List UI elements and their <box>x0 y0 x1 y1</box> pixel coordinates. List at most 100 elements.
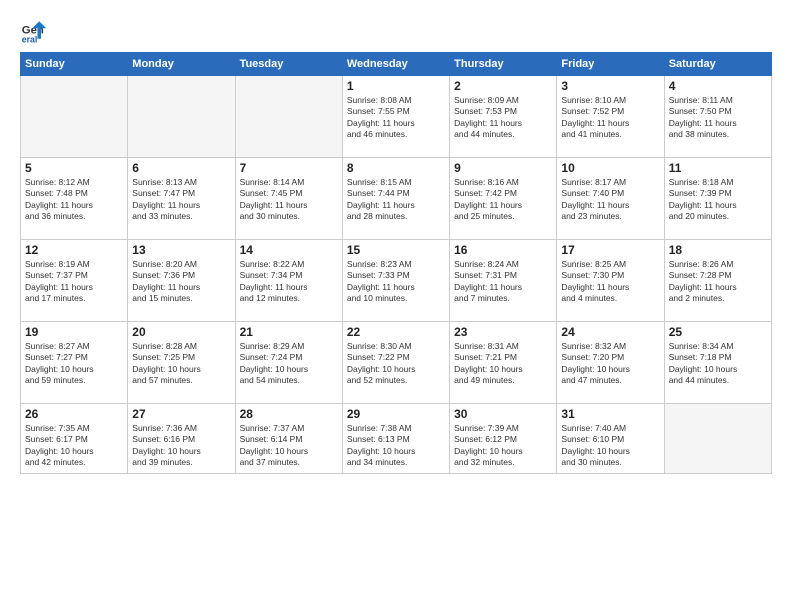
calendar-cell-4-1: 19 Sunrise: 8:27 AM Sunset: 7:27 PM Dayli… <box>21 322 128 404</box>
day-info: Sunrise: 8:16 AM Sunset: 7:42 PM Dayligh… <box>454 177 552 223</box>
day-info: Sunrise: 8:12 AM Sunset: 7:48 PM Dayligh… <box>25 177 123 223</box>
day-number: 10 <box>561 161 659 175</box>
day-info: Sunrise: 8:11 AM Sunset: 7:50 PM Dayligh… <box>669 95 767 141</box>
calendar-cell-3-1: 12 Sunrise: 8:19 AM Sunset: 7:37 PM Dayli… <box>21 240 128 322</box>
calendar-cell-1-6: 3Sunrise: 8:10 AM Sunset: 7:52 PM Daylig… <box>557 76 664 158</box>
day-info: Sunrise: 8:26 AM Sunset: 7:28 PM Dayligh… <box>669 259 767 305</box>
calendar-week-row-5: 26 Sunrise: 7:35 AM Sunset: 6:17 PM Dayli… <box>21 404 772 474</box>
day-number: 9 <box>454 161 552 175</box>
page-header: Gen eral <box>20 16 772 44</box>
weekday-header-tuesday: Tuesday <box>235 53 342 76</box>
calendar-cell-2-7: 11Sunrise: 8:18 AM Sunset: 7:39 PM Dayli… <box>664 158 771 240</box>
calendar-cell-1-2 <box>128 76 235 158</box>
day-info: Sunrise: 8:17 AM Sunset: 7:40 PM Dayligh… <box>561 177 659 223</box>
day-number: 27 <box>132 407 230 421</box>
day-info: Sunrise: 8:19 AM Sunset: 7:37 PM Dayligh… <box>25 259 123 305</box>
day-number: 12 <box>25 243 123 257</box>
day-info: Sunrise: 8:25 AM Sunset: 7:30 PM Dayligh… <box>561 259 659 305</box>
day-number: 29 <box>347 407 445 421</box>
day-number: 6 <box>132 161 230 175</box>
day-info: Sunrise: 8:15 AM Sunset: 7:44 PM Dayligh… <box>347 177 445 223</box>
day-number: 16 <box>454 243 552 257</box>
day-number: 21 <box>240 325 338 339</box>
calendar-cell-1-7: 4 Sunrise: 8:11 AM Sunset: 7:50 PM Daylig… <box>664 76 771 158</box>
day-info: Sunrise: 8:22 AM Sunset: 7:34 PM Dayligh… <box>240 259 338 305</box>
day-number: 18 <box>669 243 767 257</box>
calendar-cell-5-2: 27 Sunrise: 7:36 AM Sunset: 6:16 PM Dayli… <box>128 404 235 474</box>
weekday-header-thursday: Thursday <box>450 53 557 76</box>
day-number: 3 <box>561 79 659 93</box>
calendar-cell-5-7 <box>664 404 771 474</box>
svg-text:eral: eral <box>22 34 38 44</box>
calendar-cell-4-7: 25 Sunrise: 8:34 AM Sunset: 7:18 PM Dayli… <box>664 322 771 404</box>
day-info: Sunrise: 8:13 AM Sunset: 7:47 PM Dayligh… <box>132 177 230 223</box>
calendar-cell-5-6: 31Sunrise: 7:40 AM Sunset: 6:10 PM Dayli… <box>557 404 664 474</box>
calendar-cell-3-2: 13Sunrise: 8:20 AM Sunset: 7:36 PM Dayli… <box>128 240 235 322</box>
day-info: Sunrise: 7:37 AM Sunset: 6:14 PM Dayligh… <box>240 423 338 469</box>
day-info: Sunrise: 7:36 AM Sunset: 6:16 PM Dayligh… <box>132 423 230 469</box>
day-info: Sunrise: 8:30 AM Sunset: 7:22 PM Dayligh… <box>347 341 445 387</box>
day-info: Sunrise: 8:09 AM Sunset: 7:53 PM Dayligh… <box>454 95 552 141</box>
calendar-cell-5-1: 26 Sunrise: 7:35 AM Sunset: 6:17 PM Dayli… <box>21 404 128 474</box>
day-info: Sunrise: 7:39 AM Sunset: 6:12 PM Dayligh… <box>454 423 552 469</box>
calendar-cell-4-3: 21 Sunrise: 8:29 AM Sunset: 7:24 PM Dayli… <box>235 322 342 404</box>
weekday-header-row: SundayMondayTuesdayWednesdayThursdayFrid… <box>21 53 772 76</box>
day-number: 19 <box>25 325 123 339</box>
calendar-cell-3-5: 16 Sunrise: 8:24 AM Sunset: 7:31 PM Dayli… <box>450 240 557 322</box>
day-number: 8 <box>347 161 445 175</box>
calendar-cell-4-5: 23Sunrise: 8:31 AM Sunset: 7:21 PM Dayli… <box>450 322 557 404</box>
day-number: 26 <box>25 407 123 421</box>
calendar-cell-4-6: 24Sunrise: 8:32 AM Sunset: 7:20 PM Dayli… <box>557 322 664 404</box>
calendar-cell-5-4: 29 Sunrise: 7:38 AM Sunset: 6:13 PM Dayli… <box>342 404 449 474</box>
day-info: Sunrise: 8:34 AM Sunset: 7:18 PM Dayligh… <box>669 341 767 387</box>
day-number: 11 <box>669 161 767 175</box>
day-number: 4 <box>669 79 767 93</box>
calendar-week-row-1: 1 Sunrise: 8:08 AM Sunset: 7:55 PM Daylig… <box>21 76 772 158</box>
weekday-header-sunday: Sunday <box>21 53 128 76</box>
calendar-cell-1-3 <box>235 76 342 158</box>
day-number: 28 <box>240 407 338 421</box>
calendar-cell-3-4: 15 Sunrise: 8:23 AM Sunset: 7:33 PM Dayli… <box>342 240 449 322</box>
day-info: Sunrise: 8:27 AM Sunset: 7:27 PM Dayligh… <box>25 341 123 387</box>
day-info: Sunrise: 8:32 AM Sunset: 7:20 PM Dayligh… <box>561 341 659 387</box>
calendar-cell-2-4: 8 Sunrise: 8:15 AM Sunset: 7:44 PM Daylig… <box>342 158 449 240</box>
calendar-cell-5-3: 28 Sunrise: 7:37 AM Sunset: 6:14 PM Dayli… <box>235 404 342 474</box>
day-info: Sunrise: 7:35 AM Sunset: 6:17 PM Dayligh… <box>25 423 123 469</box>
day-info: Sunrise: 7:38 AM Sunset: 6:13 PM Dayligh… <box>347 423 445 469</box>
calendar-week-row-3: 12 Sunrise: 8:19 AM Sunset: 7:37 PM Dayli… <box>21 240 772 322</box>
calendar-cell-2-6: 10 Sunrise: 8:17 AM Sunset: 7:40 PM Dayli… <box>557 158 664 240</box>
logo: Gen eral <box>20 16 52 44</box>
day-number: 14 <box>240 243 338 257</box>
day-number: 1 <box>347 79 445 93</box>
day-number: 25 <box>669 325 767 339</box>
day-number: 17 <box>561 243 659 257</box>
calendar-cell-2-5: 9 Sunrise: 8:16 AM Sunset: 7:42 PM Daylig… <box>450 158 557 240</box>
calendar-cell-2-1: 5 Sunrise: 8:12 AM Sunset: 7:48 PM Daylig… <box>21 158 128 240</box>
day-number: 23 <box>454 325 552 339</box>
day-info: Sunrise: 8:14 AM Sunset: 7:45 PM Dayligh… <box>240 177 338 223</box>
calendar-cell-3-6: 17 Sunrise: 8:25 AM Sunset: 7:30 PM Dayli… <box>557 240 664 322</box>
day-info: Sunrise: 8:08 AM Sunset: 7:55 PM Dayligh… <box>347 95 445 141</box>
day-number: 20 <box>132 325 230 339</box>
calendar-cell-1-4: 1 Sunrise: 8:08 AM Sunset: 7:55 PM Daylig… <box>342 76 449 158</box>
day-number: 13 <box>132 243 230 257</box>
calendar-cell-1-5: 2 Sunrise: 8:09 AM Sunset: 7:53 PM Daylig… <box>450 76 557 158</box>
calendar-cell-3-3: 14 Sunrise: 8:22 AM Sunset: 7:34 PM Dayli… <box>235 240 342 322</box>
day-info: Sunrise: 8:29 AM Sunset: 7:24 PM Dayligh… <box>240 341 338 387</box>
calendar-cell-2-2: 6 Sunrise: 8:13 AM Sunset: 7:47 PM Daylig… <box>128 158 235 240</box>
weekday-header-monday: Monday <box>128 53 235 76</box>
calendar-cell-5-5: 30 Sunrise: 7:39 AM Sunset: 6:12 PM Dayli… <box>450 404 557 474</box>
day-number: 2 <box>454 79 552 93</box>
day-number: 7 <box>240 161 338 175</box>
day-number: 5 <box>25 161 123 175</box>
calendar-cell-4-4: 22 Sunrise: 8:30 AM Sunset: 7:22 PM Dayli… <box>342 322 449 404</box>
weekday-header-saturday: Saturday <box>664 53 771 76</box>
weekday-header-friday: Friday <box>557 53 664 76</box>
day-info: Sunrise: 8:23 AM Sunset: 7:33 PM Dayligh… <box>347 259 445 305</box>
weekday-header-wednesday: Wednesday <box>342 53 449 76</box>
calendar-cell-1-1 <box>21 76 128 158</box>
day-info: Sunrise: 8:24 AM Sunset: 7:31 PM Dayligh… <box>454 259 552 305</box>
day-number: 22 <box>347 325 445 339</box>
day-number: 30 <box>454 407 552 421</box>
day-number: 15 <box>347 243 445 257</box>
